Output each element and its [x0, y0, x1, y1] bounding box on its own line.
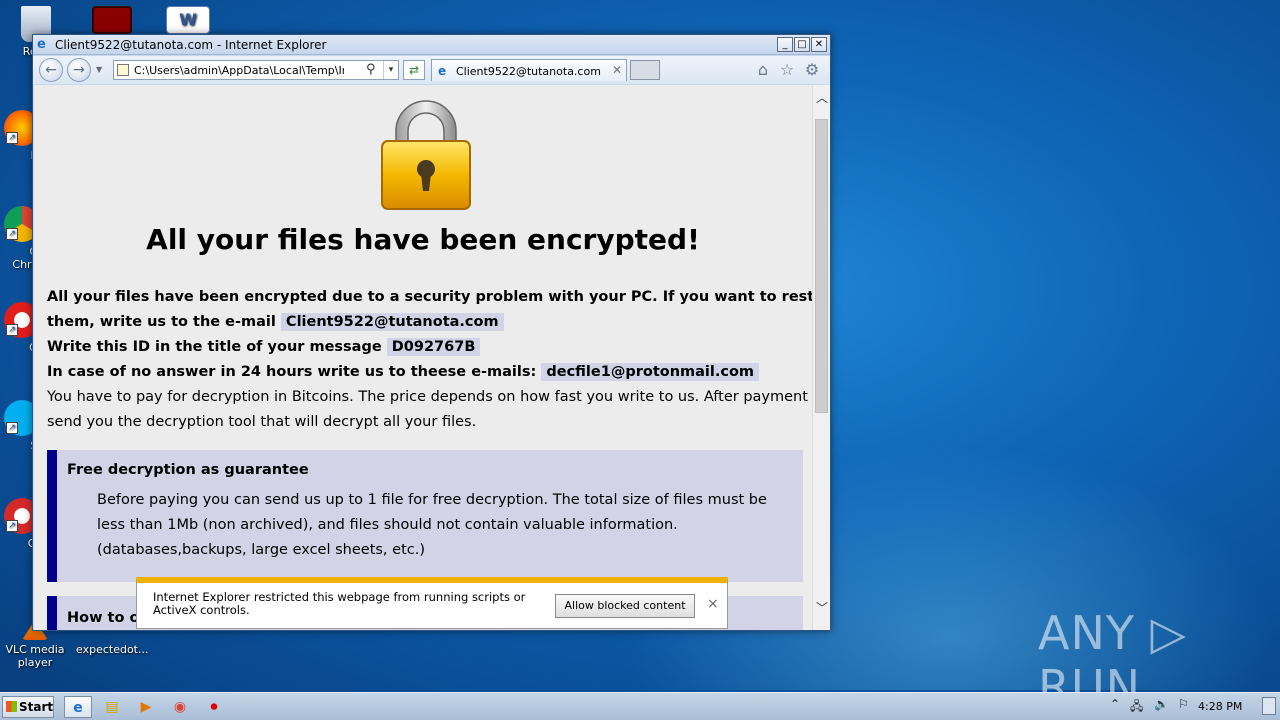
padlock-icon	[381, 100, 471, 210]
address-toolbar: ← → ▼ C:\Users\admin\AppData\Local\Temp\…	[33, 56, 830, 84]
address-url[interactable]: C:\Users\admin\AppData\Local\Temp\Info.h…	[134, 64, 344, 77]
vertical-scrollbar[interactable]: ︿ ﹀	[812, 85, 830, 630]
taskbar-media-player-icon[interactable]: ▶	[132, 696, 160, 718]
start-button[interactable]: Start	[2, 696, 54, 718]
blocked-content-notification: Internet Explorer restricted this webpag…	[136, 577, 728, 629]
shortcut-arrow-icon: ↗	[6, 520, 18, 532]
notification-message: Internet Explorer restricted this webpag…	[153, 590, 526, 617]
word-document-icon: W	[166, 6, 210, 34]
shortcut-arrow-icon: ↗	[6, 324, 18, 336]
page-content: All your files have been encrypted! All …	[34, 85, 812, 630]
shortcut-arrow-icon: ↗	[6, 228, 18, 240]
desktop-icon-label: VLC media player	[5, 643, 65, 669]
maximize-button[interactable]: □	[794, 37, 810, 52]
home-icon[interactable]: ⌂	[753, 60, 773, 80]
taskbar-chrome-icon[interactable]: ◉	[166, 696, 194, 718]
address-dropdown-icon[interactable]: ▾	[383, 61, 398, 79]
volume-icon[interactable]: 🔈	[1154, 697, 1169, 711]
taskbar: Start e ▤ ▶ ◉ ⏺ ⌃ 🖧 🔈 ⚐ 4:28 PM	[0, 692, 1280, 720]
ransom-line-4: In case of no answer in 24 hours write u…	[47, 360, 760, 385]
show-desktop-button[interactable]	[1262, 697, 1276, 715]
history-dropdown-icon[interactable]: ▼	[96, 65, 102, 74]
windows-logo-icon	[6, 701, 17, 712]
action-center-flag-icon[interactable]: ⚐	[1178, 697, 1189, 711]
ransom-line-6: send you the decryption tool that will d…	[47, 414, 477, 430]
internet-explorer-window: e Client9522@tutanota.com - Internet Exp…	[32, 34, 831, 631]
close-button[interactable]: ✕	[811, 37, 827, 52]
scroll-thumb[interactable]	[815, 119, 828, 413]
page-icon	[117, 64, 129, 76]
minimize-button[interactable]: _	[777, 37, 793, 52]
notification-close-icon[interactable]: ×	[707, 596, 719, 612]
taskbar-explorer-icon[interactable]: ▤	[98, 696, 126, 718]
refresh-button[interactable]: ⇄	[403, 60, 425, 80]
free-decryption-title: Free decryption as guarantee	[67, 462, 309, 478]
contact-email-1[interactable]: Client9522@tutanota.com	[280, 313, 504, 331]
shortcut-arrow-icon: ↗	[6, 422, 18, 434]
free-decryption-box: Free decryption as guarantee Before payi…	[47, 450, 803, 582]
ransom-line-2: them, write us to the e-mail Client9522@…	[47, 310, 504, 335]
page-heading: All your files have been encrypted!	[146, 223, 700, 256]
tab-close-icon[interactable]: ✕	[612, 63, 622, 77]
search-icon[interactable]: ⚲	[366, 62, 376, 77]
ransom-line-2-text: them, write us to the e-mail	[47, 314, 276, 330]
start-label: Start	[19, 700, 54, 714]
taskbar-stop-icon[interactable]: ⏺	[200, 696, 228, 718]
how-to-obtain-title: How to ol	[67, 610, 145, 626]
victim-id: D092767B	[386, 338, 481, 356]
desktop-icon-label: expectedot...	[76, 643, 149, 656]
taskbar-ie-button[interactable]: e	[64, 696, 92, 718]
back-button[interactable]: ←	[39, 58, 63, 82]
ie-logo-icon: e	[37, 37, 46, 52]
tray-expand-icon[interactable]: ⌃	[1110, 697, 1120, 711]
forward-button[interactable]: →	[67, 58, 91, 82]
ransom-line-4-text: In case of no answer in 24 hours write u…	[47, 364, 537, 380]
scroll-up-icon[interactable]: ︿	[813, 89, 831, 107]
desktop-icon-pdf[interactable]	[82, 6, 142, 37]
tab-ie-icon: e	[438, 64, 447, 78]
new-tab-button[interactable]	[630, 60, 660, 80]
window-title: Client9522@tutanota.com - Internet Explo…	[55, 38, 327, 52]
ransom-line-3-text: Write this ID in the title of your messa…	[47, 339, 382, 355]
network-icon[interactable]: 🖧	[1130, 697, 1143, 718]
desktop-icon-word[interactable]: W	[158, 6, 218, 37]
free-decryption-body: Before paying you can send us up to 1 fi…	[97, 492, 767, 558]
favorites-star-icon[interactable]: ☆	[777, 60, 797, 80]
pdf-file-icon	[92, 6, 132, 34]
tab-label: Client9522@tutanota.com	[456, 65, 601, 78]
address-bar[interactable]: C:\Users\admin\AppData\Local\Temp\Info.h…	[113, 60, 399, 80]
scroll-down-icon[interactable]: ﹀	[813, 599, 831, 617]
ransom-line-5: You have to pay for decryption in Bitcoi…	[47, 389, 812, 405]
settings-gear-icon[interactable]: ⚙	[802, 60, 822, 80]
clock[interactable]: 4:28 PM	[1198, 700, 1242, 713]
contact-email-2[interactable]: decfile1@protonmail.com	[541, 363, 760, 381]
ransom-line-1: All your files have been encrypted due t…	[47, 289, 812, 305]
shortcut-arrow-icon: ↗	[6, 132, 18, 144]
window-titlebar[interactable]: e Client9522@tutanota.com - Internet Exp…	[33, 35, 830, 55]
allow-blocked-content-button[interactable]: Allow blocked content	[555, 594, 695, 618]
ransom-line-3: Write this ID in the title of your messa…	[47, 335, 481, 360]
browser-tab[interactable]: e Client9522@tutanota.com ✕	[431, 59, 627, 81]
